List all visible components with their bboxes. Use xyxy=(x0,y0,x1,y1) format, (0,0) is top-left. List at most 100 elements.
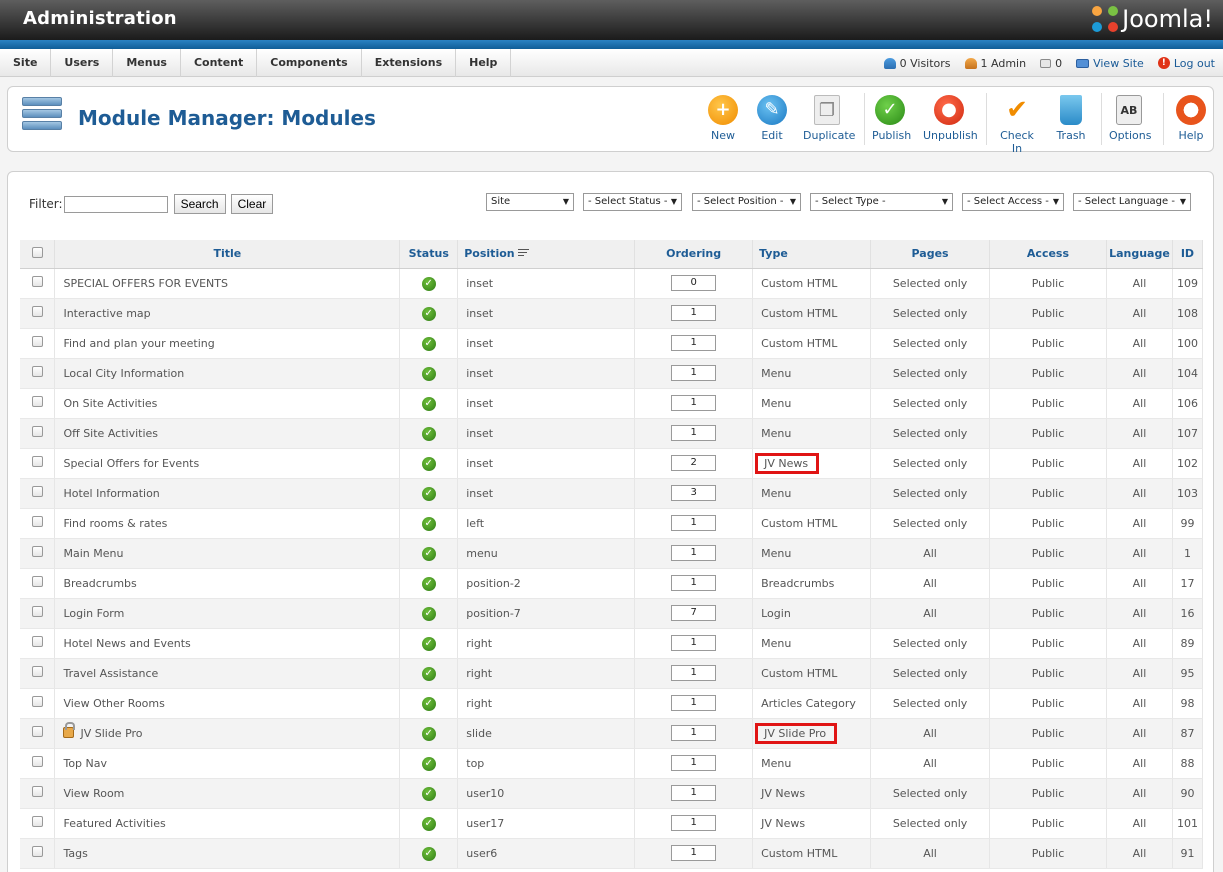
ordering-input[interactable]: 1 xyxy=(671,665,717,681)
menu-content[interactable]: Content xyxy=(181,49,258,77)
ordering-input[interactable]: 1 xyxy=(671,515,717,531)
unpublish-button[interactable]: ● Unpublish xyxy=(923,95,978,142)
menu-help[interactable]: Help xyxy=(456,49,512,77)
ordering-input[interactable]: 1 xyxy=(671,305,717,321)
ordering-input[interactable]: 1 xyxy=(671,785,717,801)
new-button[interactable]: + New xyxy=(705,95,741,142)
ordering-column-header[interactable]: Ordering xyxy=(634,240,754,269)
row-checkbox[interactable] xyxy=(31,636,43,647)
row-checkbox[interactable] xyxy=(31,816,43,827)
module-title-link[interactable]: Main Menu xyxy=(63,547,123,560)
ordering-input[interactable]: 1 xyxy=(671,725,717,741)
published-check-icon[interactable]: ✓ xyxy=(421,336,436,351)
access-select[interactable]: - Select Access - ▼ xyxy=(962,193,1064,211)
published-check-icon[interactable]: ✓ xyxy=(421,846,436,861)
lock-icon[interactable] xyxy=(63,721,76,738)
row-checkbox[interactable] xyxy=(31,486,43,497)
search-button[interactable]: Search xyxy=(173,194,226,214)
module-title-link[interactable]: Interactive map xyxy=(63,307,150,320)
row-checkbox[interactable] xyxy=(31,606,43,617)
logout-link[interactable]: ! Log out xyxy=(1157,57,1215,70)
row-checkbox[interactable] xyxy=(31,696,43,707)
menu-components[interactable]: Components xyxy=(257,49,362,77)
ordering-input[interactable]: 1 xyxy=(671,425,717,441)
options-button[interactable]: AB Options xyxy=(1109,95,1151,142)
module-title-link[interactable]: Special Offers for Events xyxy=(63,457,199,470)
row-checkbox[interactable] xyxy=(31,366,43,377)
publish-button[interactable]: ✓ Publish xyxy=(872,95,911,142)
menu-menus[interactable]: Menus xyxy=(113,49,181,77)
published-check-icon[interactable]: ✓ xyxy=(421,456,436,471)
row-checkbox[interactable] xyxy=(31,396,43,407)
position-select[interactable]: - Select Position - ▼ xyxy=(692,193,801,211)
module-title-link[interactable]: Top Nav xyxy=(63,757,107,770)
module-title-link[interactable]: Travel Assistance xyxy=(63,667,158,680)
published-check-icon[interactable]: ✓ xyxy=(421,516,436,531)
published-check-icon[interactable]: ✓ xyxy=(421,426,436,441)
ordering-input[interactable]: 1 xyxy=(671,845,717,861)
published-check-icon[interactable]: ✓ xyxy=(421,666,436,681)
clear-button[interactable]: Clear xyxy=(230,194,274,214)
access-column-header[interactable]: Access xyxy=(989,240,1107,269)
module-title-link[interactable]: Find rooms & rates xyxy=(63,517,167,530)
row-checkbox[interactable] xyxy=(31,726,43,737)
published-check-icon[interactable]: ✓ xyxy=(421,546,436,561)
module-title-link[interactable]: Breadcrumbs xyxy=(63,577,136,590)
title-column-header[interactable]: Title xyxy=(54,240,401,269)
published-check-icon[interactable]: ✓ xyxy=(421,726,436,741)
ordering-input[interactable]: 1 xyxy=(671,335,717,351)
row-checkbox[interactable] xyxy=(31,276,43,287)
row-checkbox[interactable] xyxy=(31,546,43,557)
ordering-input[interactable]: 1 xyxy=(671,545,717,561)
id-column-header[interactable]: ID xyxy=(1172,240,1204,269)
module-title-link[interactable]: Hotel Information xyxy=(63,487,159,500)
status-select[interactable]: - Select Status - ▼ xyxy=(583,193,682,211)
ordering-input[interactable]: 1 xyxy=(671,815,717,831)
duplicate-button[interactable]: ❐ Duplicate xyxy=(803,95,855,142)
view-site-link[interactable]: View Site xyxy=(1076,57,1144,70)
ordering-input[interactable]: 3 xyxy=(671,485,717,501)
menu-users[interactable]: Users xyxy=(51,49,114,77)
published-check-icon[interactable]: ✓ xyxy=(421,396,436,411)
client-select[interactable]: Site ▼ xyxy=(486,193,574,211)
edit-button[interactable]: ✎ Edit xyxy=(754,95,790,142)
ordering-input[interactable]: 1 xyxy=(671,635,717,651)
module-title-link[interactable]: Tags xyxy=(63,847,87,860)
language-select[interactable]: - Select Language - ▼ xyxy=(1073,193,1191,211)
row-checkbox[interactable] xyxy=(31,306,43,317)
module-title-link[interactable]: View Room xyxy=(63,787,124,800)
row-checkbox[interactable] xyxy=(31,666,43,677)
module-title-link[interactable]: Login Form xyxy=(63,607,124,620)
row-checkbox[interactable] xyxy=(31,846,43,857)
ordering-input[interactable]: 1 xyxy=(671,575,717,591)
module-title-link[interactable]: SPECIAL OFFERS FOR EVENTS xyxy=(63,277,228,290)
module-title-link[interactable]: On Site Activities xyxy=(63,397,157,410)
ordering-input[interactable]: 0 xyxy=(671,275,717,291)
row-checkbox[interactable] xyxy=(31,336,43,347)
messages-status[interactable]: 0 xyxy=(1040,57,1062,70)
module-title-link[interactable]: Featured Activities xyxy=(63,817,165,830)
published-check-icon[interactable]: ✓ xyxy=(421,606,436,621)
ordering-input[interactable]: 7 xyxy=(671,605,717,621)
published-check-icon[interactable]: ✓ xyxy=(421,486,436,501)
row-checkbox[interactable] xyxy=(31,426,43,437)
pages-column-header[interactable]: Pages xyxy=(870,240,991,269)
module-title-link[interactable]: Off Site Activities xyxy=(63,427,158,440)
row-checkbox[interactable] xyxy=(31,576,43,587)
menu-site[interactable]: Site xyxy=(0,49,52,77)
ordering-input[interactable]: 1 xyxy=(671,695,717,711)
published-check-icon[interactable]: ✓ xyxy=(421,366,436,381)
module-title-link[interactable]: Find and plan your meeting xyxy=(63,337,214,350)
published-check-icon[interactable]: ✓ xyxy=(421,756,436,771)
published-check-icon[interactable]: ✓ xyxy=(421,786,436,801)
language-column-header[interactable]: Language xyxy=(1106,240,1173,269)
published-check-icon[interactable]: ✓ xyxy=(421,816,436,831)
type-column-header[interactable]: Type xyxy=(752,240,872,269)
published-check-icon[interactable]: ✓ xyxy=(421,636,436,651)
ordering-input[interactable]: 1 xyxy=(671,755,717,771)
ordering-input[interactable]: 2 xyxy=(671,455,717,471)
row-checkbox[interactable] xyxy=(31,756,43,767)
row-checkbox[interactable] xyxy=(31,786,43,797)
published-check-icon[interactable]: ✓ xyxy=(421,576,436,591)
menu-extensions[interactable]: Extensions xyxy=(362,49,457,77)
